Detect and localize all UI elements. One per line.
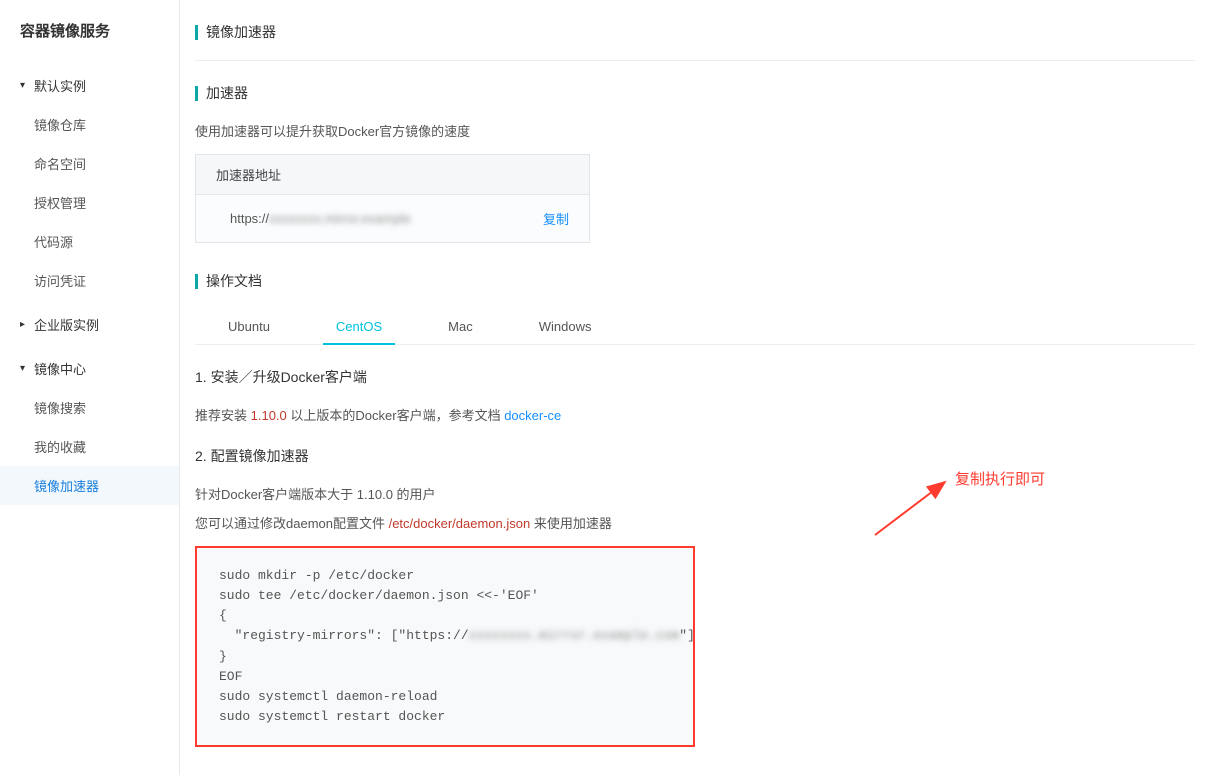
copy-button[interactable]: 复制: [543, 209, 569, 228]
sidebar-title: 容器镜像服务: [0, 20, 179, 66]
step2-title: 2. 配置镜像加速器: [195, 446, 1225, 466]
url-box-title: 加速器地址: [196, 155, 589, 195]
code-block: sudo mkdir -p /etc/docker sudo tee /etc/…: [195, 546, 695, 747]
url-prefix: https://: [230, 211, 269, 226]
tab-windows[interactable]: Windows: [521, 309, 610, 344]
sidebar-item-namespace[interactable]: 命名空间: [0, 144, 179, 183]
accelerator-desc: 使用加速器可以提升获取Docker官方镜像的速度: [195, 121, 1225, 140]
sidebar-group-toggle-default[interactable]: ▾ 默认实例: [0, 66, 179, 105]
code-line: sudo mkdir -p /etc/docker: [219, 568, 414, 583]
tab-ubuntu[interactable]: Ubuntu: [210, 309, 288, 344]
url-box: 加速器地址 https://xxxxxxxx.mirror.example 复制: [195, 154, 590, 243]
heading-accent-bar: [195, 86, 198, 101]
code-line: sudo systemctl restart docker: [219, 709, 445, 724]
section-title: 加速器: [206, 83, 248, 103]
sidebar-group-label: 默认实例: [34, 76, 86, 95]
sidebar-item-credential[interactable]: 访问凭证: [0, 261, 179, 300]
sidebar-item-accelerator[interactable]: 镜像加速器: [0, 466, 179, 505]
sidebar-item-auth[interactable]: 授权管理: [0, 183, 179, 222]
heading-accent-bar: [195, 25, 198, 40]
sidebar-group-default: ▾ 默认实例 镜像仓库 命名空间 授权管理 代码源 访问凭证: [0, 66, 179, 300]
step1-desc: 推荐安装 1.10.0 以上版本的Docker客户端，参考文档 docker-c…: [195, 405, 1225, 424]
tab-centos[interactable]: CentOS: [318, 309, 400, 344]
code-line: sudo tee /etc/docker/daemon.json <<-'EOF…: [219, 588, 539, 603]
accelerator-url: https://xxxxxxxx.mirror.example: [230, 211, 411, 226]
sidebar: 容器镜像服务 ▾ 默认实例 镜像仓库 命名空间 授权管理 代码源 访问凭证 ▸ …: [0, 0, 180, 775]
heading-accent-bar: [195, 274, 198, 289]
step2-line1: 针对Docker客户端版本大于 1.10.0 的用户: [195, 484, 1225, 503]
path-highlight: /etc/docker/daemon.json: [389, 516, 531, 531]
chevron-down-icon: ▾: [20, 80, 28, 91]
section-heading-docs: 操作文档: [195, 271, 1225, 291]
step2-line2: 您可以通过修改daemon配置文件 /etc/docker/daemon.jso…: [195, 513, 1225, 532]
page-heading: 镜像加速器: [195, 22, 1225, 42]
divider: [195, 60, 1195, 61]
chevron-right-icon: ▸: [20, 319, 28, 330]
section-heading-accelerator: 加速器: [195, 83, 1225, 103]
page-title: 镜像加速器: [206, 22, 276, 42]
url-hidden: xxxxxxxx.mirror.example: [269, 211, 411, 226]
url-box-body: https://xxxxxxxx.mirror.example 复制: [196, 195, 589, 242]
step1-title: 1. 安装／升级Docker客户端: [195, 367, 1225, 387]
sidebar-group-label: 镜像中心: [34, 359, 86, 378]
sidebar-item-source[interactable]: 代码源: [0, 222, 179, 261]
main-content: 镜像加速器 加速器 使用加速器可以提升获取Docker官方镜像的速度 加速器地址…: [180, 0, 1225, 775]
sidebar-item-search[interactable]: 镜像搜索: [0, 388, 179, 427]
sidebar-group-label: 企业版实例: [34, 315, 99, 334]
tab-mac[interactable]: Mac: [430, 309, 491, 344]
code-line: }: [219, 649, 227, 664]
code-hidden: xxxxxxxx.mirror.example.com: [469, 628, 680, 643]
chevron-down-icon: ▾: [20, 363, 28, 374]
version-highlight: 1.10.0: [251, 408, 287, 423]
sidebar-group-toggle-center[interactable]: ▾ 镜像中心: [0, 349, 179, 388]
os-tabs: Ubuntu CentOS Mac Windows: [195, 309, 1195, 345]
sidebar-item-favorites[interactable]: 我的收藏: [0, 427, 179, 466]
docker-ce-link[interactable]: docker-ce: [504, 408, 561, 423]
sidebar-group-center: ▾ 镜像中心 镜像搜索 我的收藏 镜像加速器: [0, 349, 179, 505]
code-line: {: [219, 608, 227, 623]
code-line-suffix: "]: [679, 628, 695, 643]
sidebar-group-enterprise: ▸ 企业版实例: [0, 305, 179, 344]
code-line-prefix: "registry-mirrors": ["https://: [219, 628, 469, 643]
section-title: 操作文档: [206, 271, 262, 291]
sidebar-group-toggle-enterprise[interactable]: ▸ 企业版实例: [0, 305, 179, 344]
sidebar-item-repo[interactable]: 镜像仓库: [0, 105, 179, 144]
code-line: EOF: [219, 669, 242, 684]
code-line: sudo systemctl daemon-reload: [219, 689, 437, 704]
